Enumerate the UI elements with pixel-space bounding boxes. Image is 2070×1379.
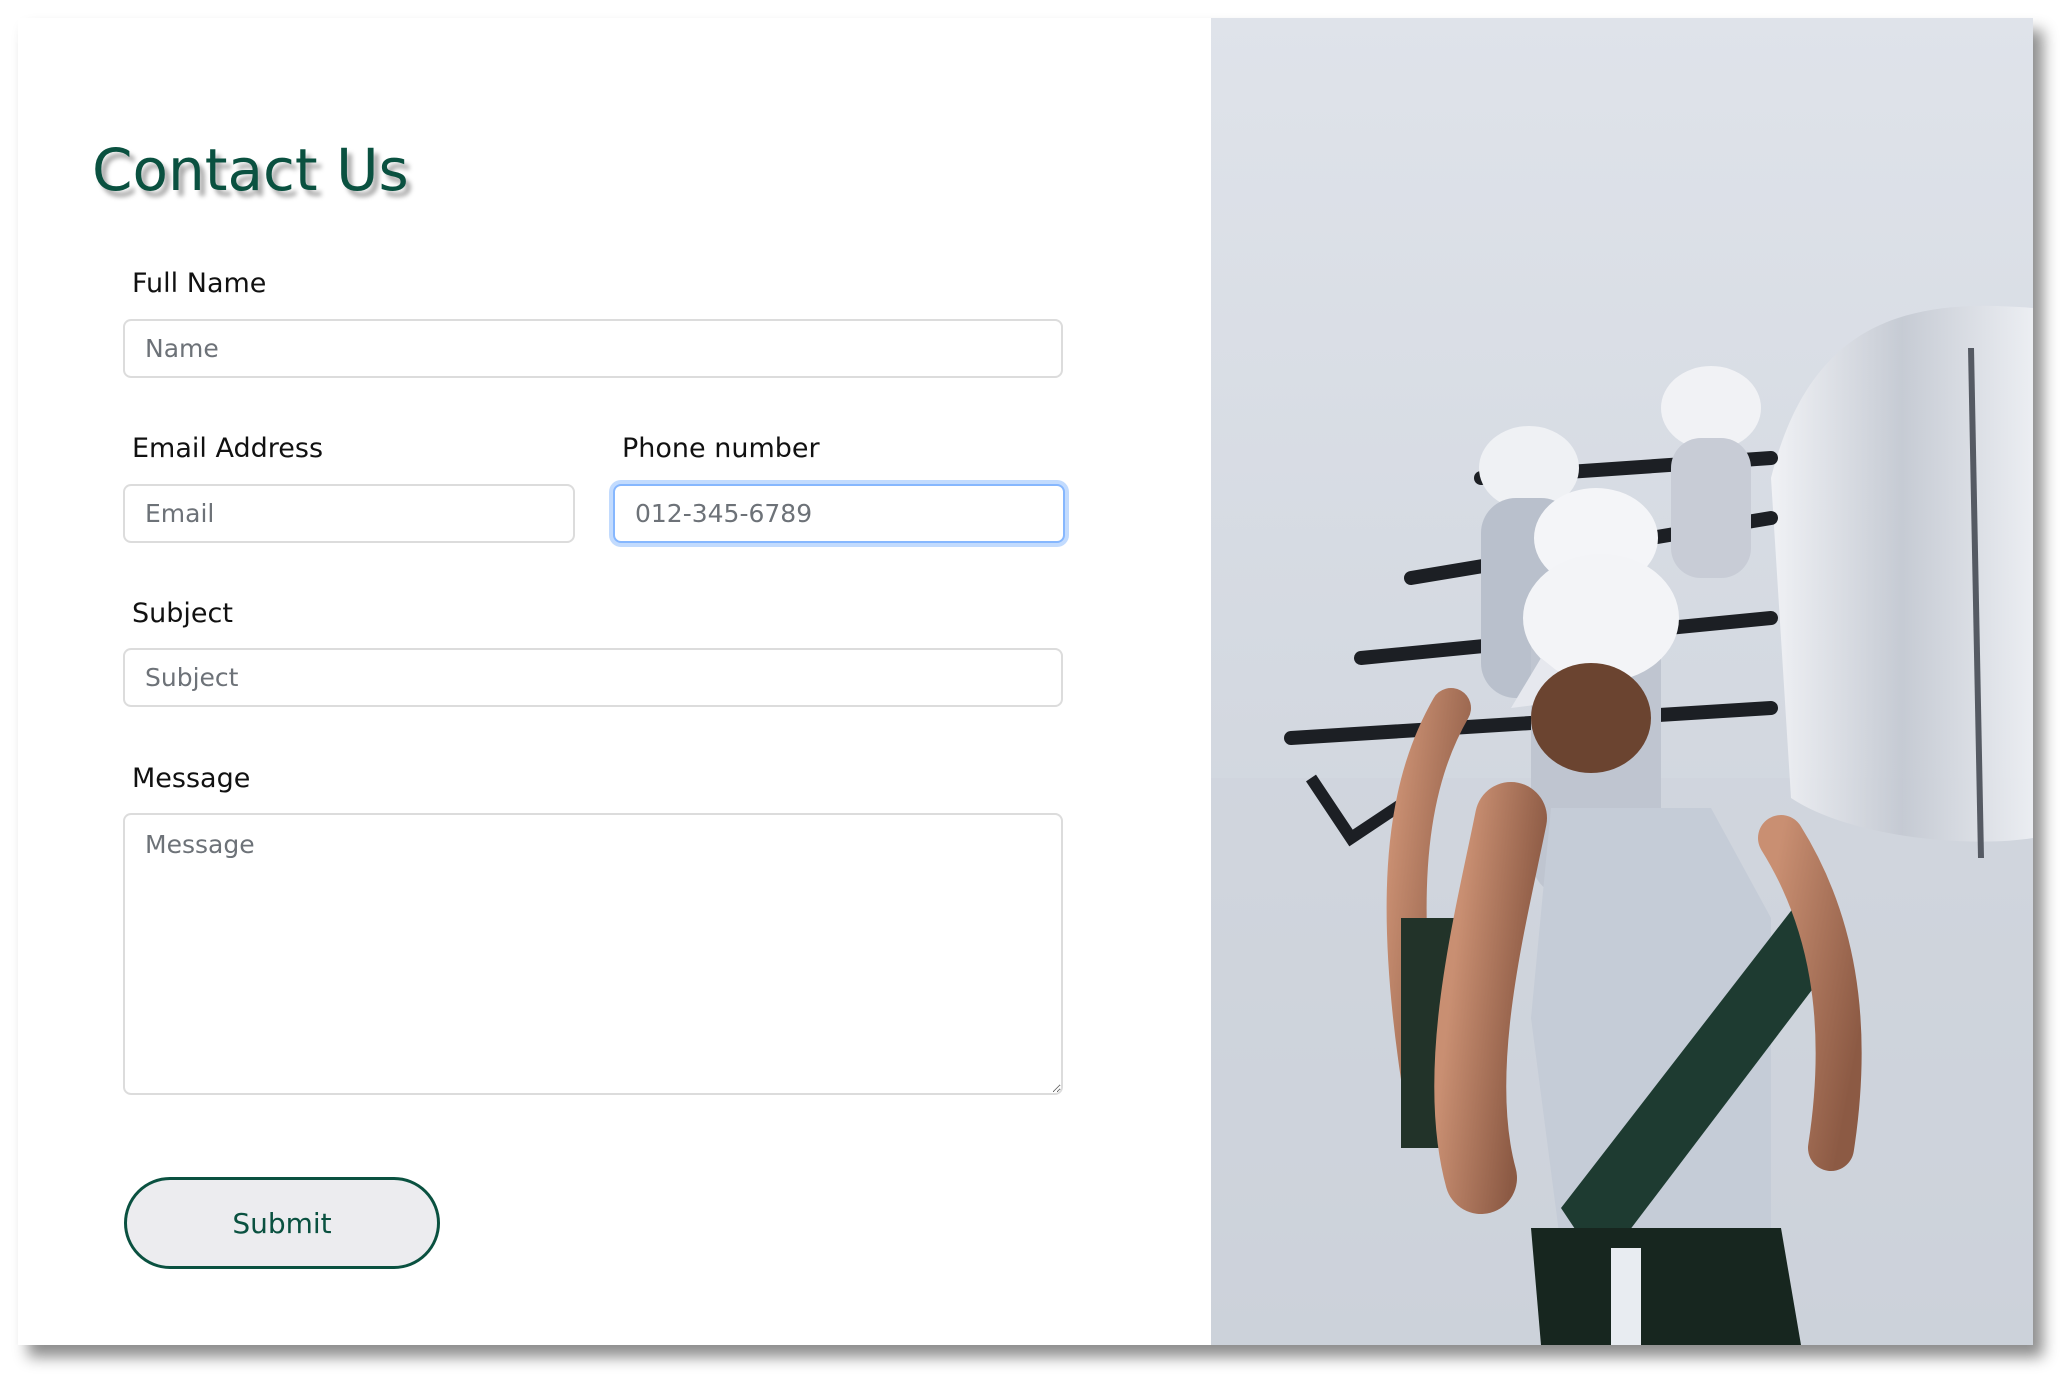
page-title: Contact Us: [92, 136, 409, 204]
email-input[interactable]: [123, 484, 575, 543]
rowing-team-photo-art: [1211, 18, 2033, 1345]
contact-card: Contact Us Full Name Email Address Phone…: [18, 18, 2033, 1345]
message-textarea[interactable]: [123, 813, 1063, 1095]
phone-input[interactable]: [613, 484, 1065, 543]
subject-label: Subject: [132, 598, 233, 629]
page: Contact Us Full Name Email Address Phone…: [0, 0, 2070, 1379]
email-label: Email Address: [132, 433, 324, 464]
rowing-team-photo: [1211, 18, 2033, 1345]
message-label: Message: [132, 763, 251, 794]
full-name-label: Full Name: [132, 268, 267, 299]
subject-input[interactable]: [123, 648, 1063, 707]
submit-button[interactable]: Submit: [124, 1177, 440, 1269]
full-name-input[interactable]: [123, 319, 1063, 378]
phone-label: Phone number: [622, 433, 820, 464]
